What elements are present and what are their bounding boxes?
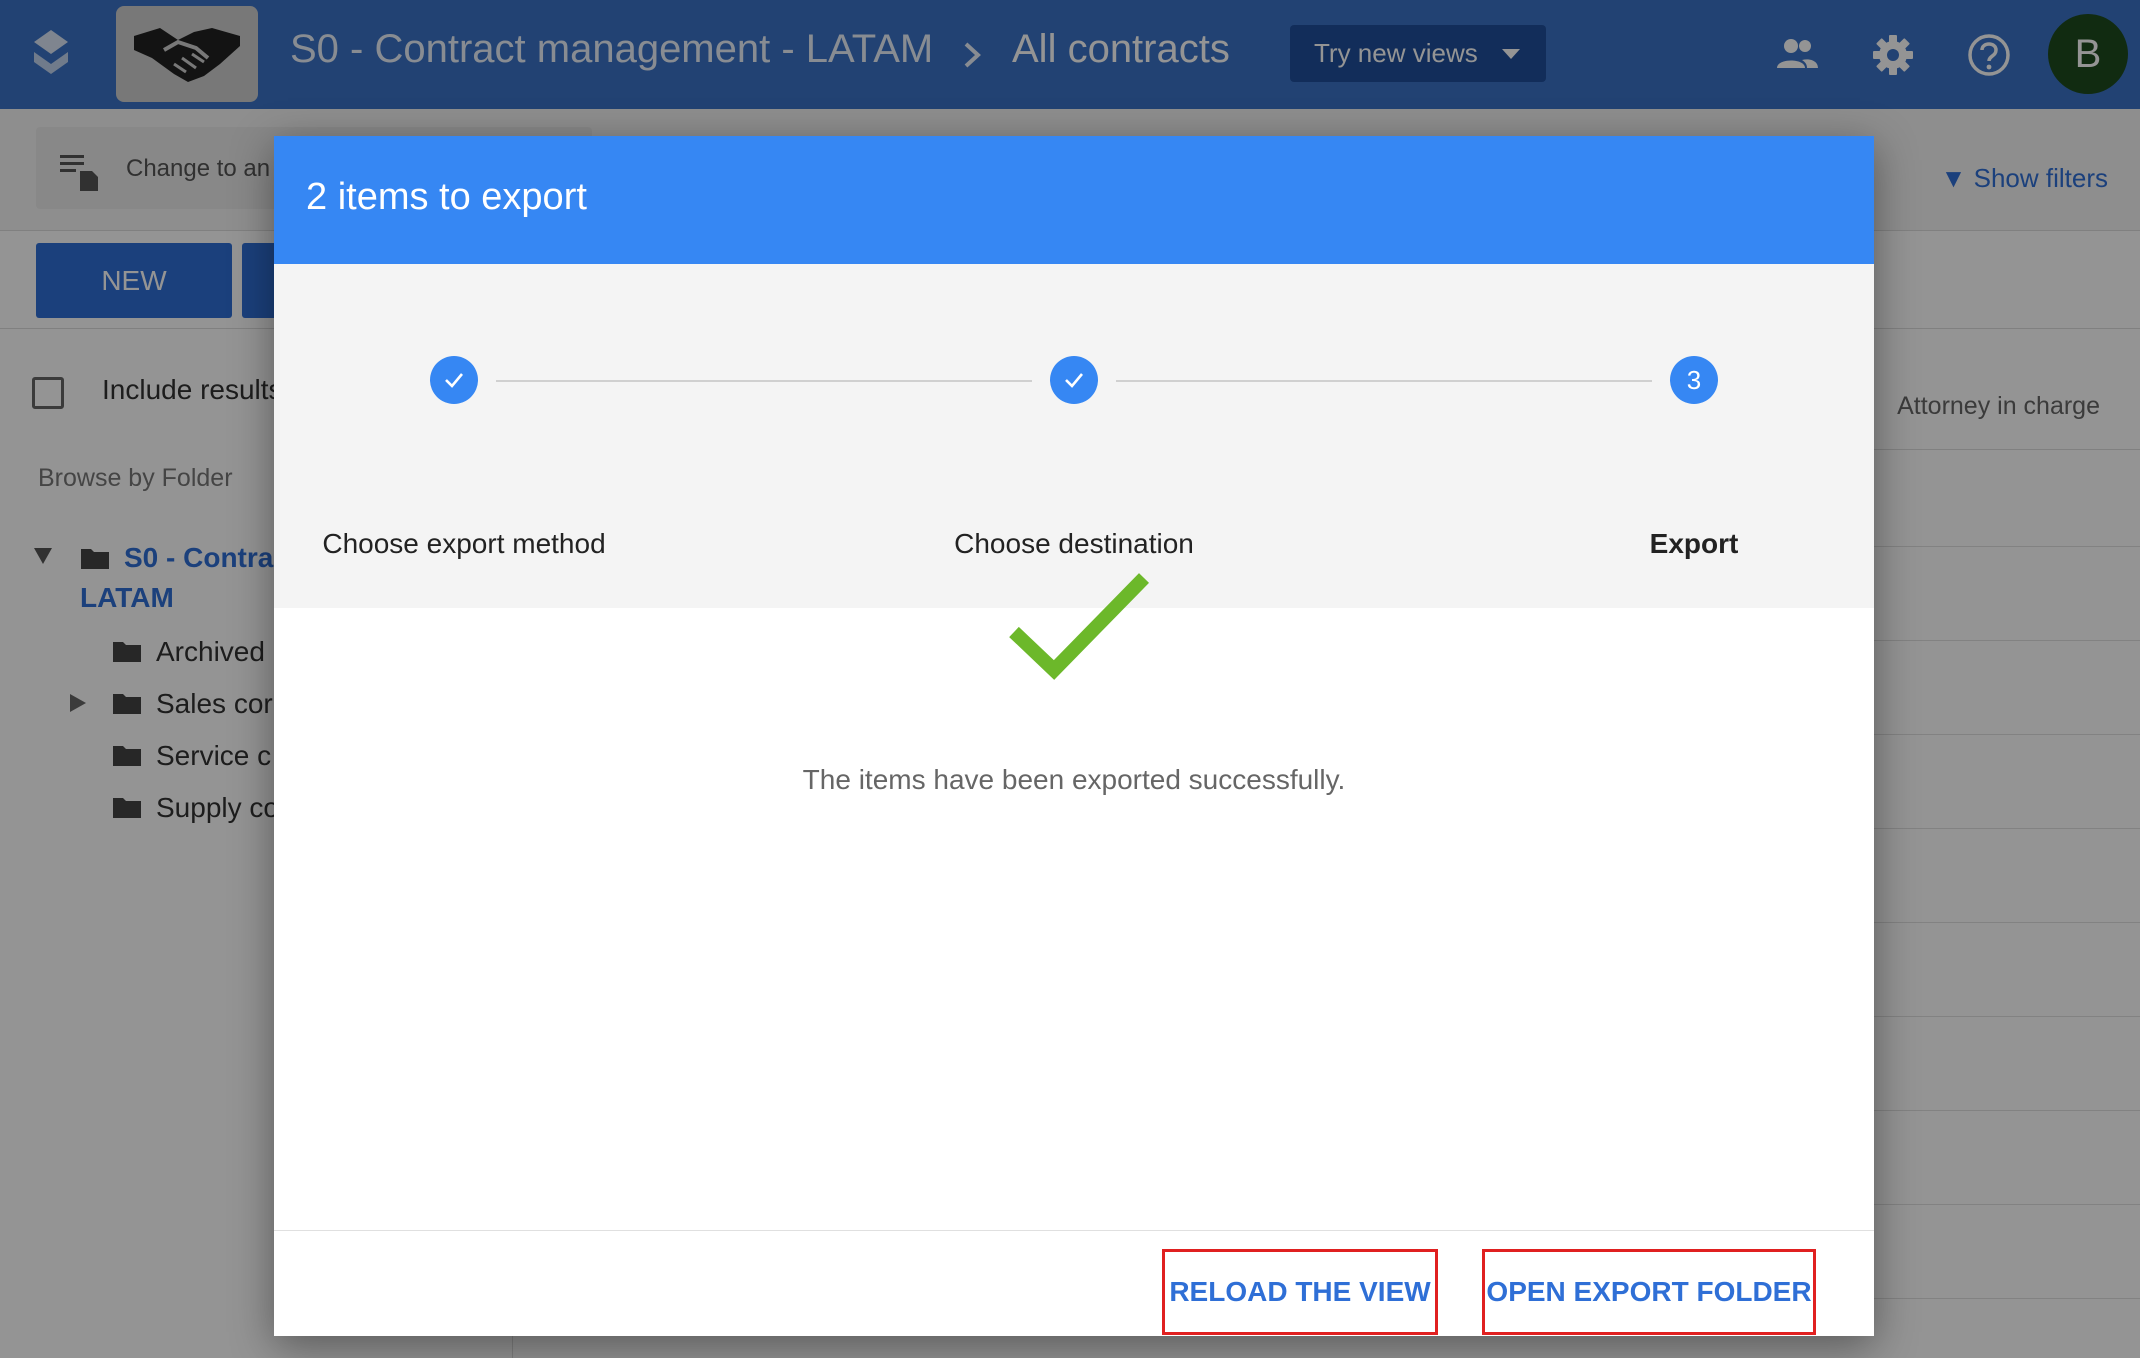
export-dialog: 2 items to export 3 Choose export method… [274, 136, 1874, 1336]
dialog-title: 2 items to export [306, 176, 587, 218]
step-1-done-icon [430, 356, 478, 404]
dialog-header: 2 items to export [274, 136, 1874, 264]
export-stepper: 3 Choose export method Choose destinatio… [274, 264, 1874, 608]
success-message: The items have been exported successfull… [802, 764, 1346, 795]
step-1-label: Choose export method [322, 528, 606, 559]
reload-view-button[interactable]: RELOAD THE VIEW [1162, 1249, 1438, 1335]
check-icon [445, 373, 463, 388]
success-check-icon [1009, 573, 1150, 680]
step-connector [1116, 380, 1652, 382]
step-3-number: 3 [1670, 356, 1718, 404]
open-export-folder-button[interactable]: OPEN EXPORT FOLDER [1482, 1249, 1816, 1335]
dialog-footer: RELOAD THE VIEW OPEN EXPORT FOLDER [274, 1230, 1874, 1336]
step-2-done-icon [1050, 356, 1098, 404]
step-3-label: Export [1649, 528, 1739, 559]
step-2-label: Choose destination [954, 528, 1194, 559]
check-icon [1065, 373, 1083, 388]
step-connector [496, 380, 1032, 382]
